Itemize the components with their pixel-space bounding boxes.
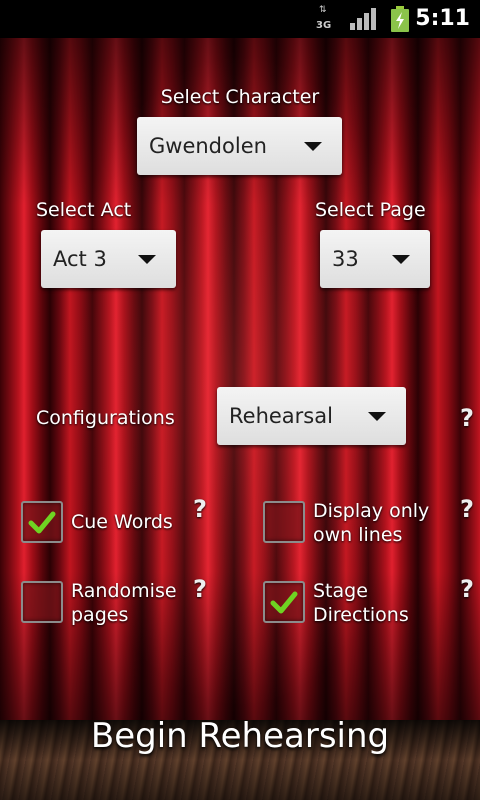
page-value: 33: [332, 247, 359, 271]
character-value: Gwendolen: [149, 134, 267, 158]
configurations-label: Configurations: [36, 407, 175, 429]
act-spinner[interactable]: Act 3: [41, 230, 176, 288]
checkmark-icon: [270, 591, 298, 614]
signal-icon: [350, 8, 376, 30]
select-act-label: Select Act: [36, 199, 132, 221]
configuration-spinner[interactable]: Rehearsal: [217, 387, 406, 445]
status-bar: ⇅ 3G 5:11: [0, 0, 480, 38]
begin-rehearsing-button[interactable]: Begin Rehearsing: [0, 716, 480, 756]
configurations-help-icon[interactable]: ?: [457, 405, 477, 431]
act-value: Act 3: [53, 247, 107, 271]
cue-words-label: Cue Words: [71, 511, 173, 533]
select-page-label: Select Page: [315, 199, 426, 221]
chevron-down-icon: [138, 255, 156, 264]
stage-directions-checkbox[interactable]: [263, 581, 305, 623]
cue-words-checkbox[interactable]: [21, 501, 63, 543]
chevron-down-icon: [304, 142, 322, 151]
select-character-label: Select Character: [160, 86, 320, 108]
network-3g-icon: ⇅ 3G: [316, 5, 332, 32]
randomise-pages-label: Randomise pages: [71, 580, 177, 626]
display-own-lines-help-icon[interactable]: ?: [457, 496, 477, 522]
configuration-value: Rehearsal: [229, 404, 333, 428]
display-own-lines-label: Display only own lines: [313, 500, 430, 546]
stage-directions-label: Stage Directions: [313, 580, 409, 626]
battery-charging-icon: [391, 6, 409, 32]
cue-words-help-icon[interactable]: ?: [190, 496, 210, 522]
status-time: 5:11: [415, 6, 470, 31]
randomise-pages-help-icon[interactable]: ?: [190, 576, 210, 602]
checkmark-icon: [28, 511, 56, 534]
display-own-lines-checkbox[interactable]: [263, 501, 305, 543]
character-spinner[interactable]: Gwendolen: [137, 117, 342, 175]
chevron-down-icon: [368, 412, 386, 421]
page-spinner[interactable]: 33: [320, 230, 430, 288]
stage-directions-help-icon[interactable]: ?: [457, 576, 477, 602]
chevron-down-icon: [392, 255, 410, 264]
randomise-pages-checkbox[interactable]: [21, 581, 63, 623]
